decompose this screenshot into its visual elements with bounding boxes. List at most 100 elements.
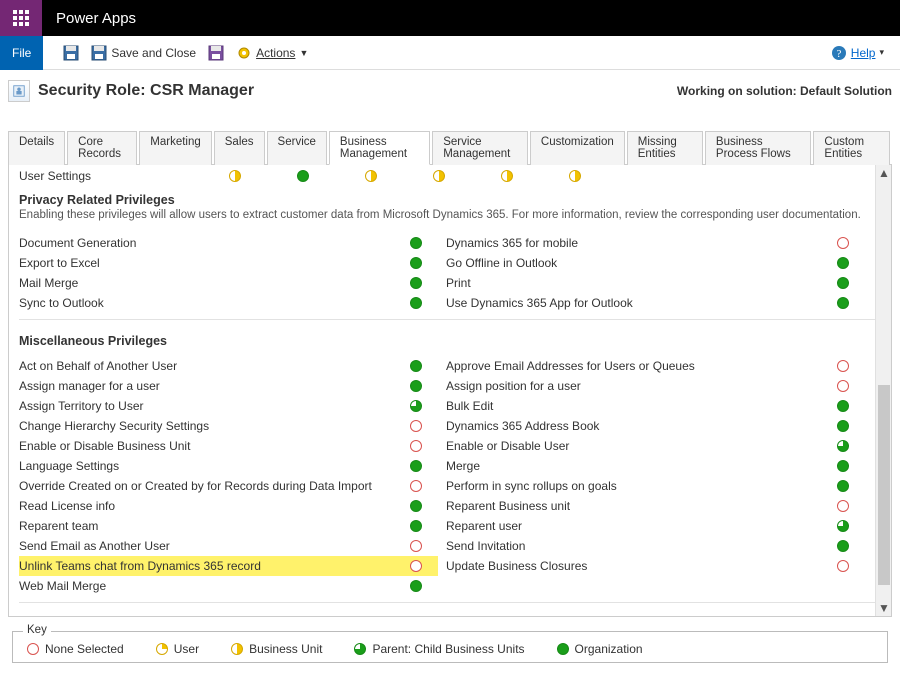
privilege-level-dot[interactable] [410,400,422,412]
scroll-down-arrow-icon[interactable]: ▼ [876,600,892,616]
privilege-name: Send Email as Another User [19,539,410,553]
app-header: Power Apps [0,0,900,36]
help-button[interactable]: ? Help ▾ [825,37,890,69]
legend-item: User [156,642,199,656]
section-title: Privacy Related Privileges [19,193,881,207]
privilege-level-dot[interactable] [837,420,849,432]
privilege-level-dot[interactable] [837,297,849,309]
file-menu-button[interactable]: File [0,36,43,70]
privilege-name: Update Business Closures [446,559,837,573]
tab-service[interactable]: Service [267,131,327,165]
privilege-level-dot[interactable] [297,170,309,182]
privilege-grid: Document GenerationExport to ExcelMail M… [19,233,881,313]
privilege-level-dot[interactable] [410,380,422,392]
page-title: Security Role: CSR Manager [38,82,254,100]
privilege-level-dot[interactable] [837,480,849,492]
privilege-level-dot[interactable] [410,277,422,289]
tab-details[interactable]: Details [8,131,65,165]
privilege-grid: Act on Behalf of Another UserAssign mana… [19,356,881,596]
tab-business-process-flows[interactable]: Business Process Flows [705,131,811,165]
privilege-row: Merge [446,456,865,476]
privilege-row: Go Offline in Outlook [446,253,865,273]
privilege-name: Reparent user [446,519,837,533]
privilege-level-dot[interactable] [837,520,849,532]
legend-title: Key [23,624,51,636]
security-role-tabs: DetailsCore RecordsMarketingSalesService… [8,130,892,165]
privilege-level-dot[interactable] [410,360,422,372]
privilege-level-dot[interactable] [410,257,422,269]
privilege-level-dot[interactable] [837,540,849,552]
privilege-level-dot[interactable] [837,360,849,372]
privilege-level-dot[interactable] [410,520,422,532]
privilege-level-dot[interactable] [837,380,849,392]
privilege-level-dot[interactable] [837,500,849,512]
privilege-name: Send Invitation [446,539,837,553]
privilege-level-dot[interactable] [410,420,422,432]
scroll-up-arrow-icon[interactable]: ▲ [876,165,892,181]
tab-marketing[interactable]: Marketing [139,131,212,165]
save-as-button[interactable] [202,37,230,69]
privilege-row: Document Generation [19,233,438,253]
privilege-name: Assign manager for a user [19,379,410,393]
tab-core-records[interactable]: Core Records [67,131,137,165]
save-as-icon [208,45,224,61]
privilege-level-dot [557,643,569,655]
privilege-level-dot[interactable] [365,170,377,182]
privilege-row: Approve Email Addresses for Users or Que… [446,356,865,376]
privilege-level-dot[interactable] [410,580,422,592]
privilege-level-dot[interactable] [569,170,581,182]
privilege-level-dot[interactable] [837,277,849,289]
privilege-level-dot[interactable] [410,460,422,472]
privilege-level-dot[interactable] [229,170,241,182]
privilege-row: Enable or Disable Business Unit [19,436,438,456]
privilege-level-dot[interactable] [410,560,422,572]
vertical-scrollbar[interactable]: ▲ ▼ [875,165,891,616]
save-icon [63,45,79,61]
page-header: Security Role: CSR Manager Working on so… [0,70,900,108]
privilege-level-dot[interactable] [837,400,849,412]
privilege-row: Web Mail Merge [19,576,438,596]
legend-label: User [174,642,199,656]
waffle-icon [13,10,29,26]
tab-service-management[interactable]: Service Management [432,131,528,165]
privilege-level-dot[interactable] [410,540,422,552]
tab-sales[interactable]: Sales [214,131,265,165]
legend-box: Key None SelectedUserBusiness UnitParent… [12,631,888,663]
privilege-level-dot[interactable] [410,297,422,309]
privilege-level-dot[interactable] [837,560,849,572]
entity-name: User Settings [19,169,229,183]
privilege-row: Reparent team [19,516,438,536]
tab-business-management[interactable]: Business Management [329,131,430,165]
privilege-level-dot[interactable] [837,257,849,269]
privilege-level-dot[interactable] [837,460,849,472]
tab-customization[interactable]: Customization [530,131,625,165]
privilege-row: Read License info [19,496,438,516]
legend-label: Parent: Child Business Units [372,642,524,656]
scrollbar-thumb[interactable] [878,385,890,585]
legend-item: Organization [557,642,643,656]
privilege-level-dot[interactable] [410,500,422,512]
app-name: Power Apps [56,10,136,27]
privilege-level-dot[interactable] [410,480,422,492]
actions-menu-button[interactable]: Actions ▼ [230,37,314,69]
privilege-level-dot[interactable] [410,237,422,249]
entity-row-user-settings: User Settings [19,169,881,183]
save-button[interactable] [57,37,85,69]
chevron-down-icon: ▼ [299,48,308,58]
chevron-down-icon: ▾ [879,47,884,58]
privilege-level-dot[interactable] [501,170,513,182]
tab-custom-entities[interactable]: Custom Entities [813,131,890,165]
app-launcher-button[interactable] [0,0,42,36]
privilege-level-dot[interactable] [410,440,422,452]
privilege-name: Dynamics 365 for mobile [446,236,837,250]
privilege-row: Assign manager for a user [19,376,438,396]
privilege-name: Reparent team [19,519,410,533]
privilege-name: Enable or Disable User [446,439,837,453]
privilege-level-dot[interactable] [837,440,849,452]
tab-missing-entities[interactable]: Missing Entities [627,131,703,165]
privilege-row: Enable or Disable User [446,436,865,456]
privileges-panel: User Settings Privacy Related Privileges… [8,165,892,617]
privilege-level-dot[interactable] [433,170,445,182]
save-and-close-button[interactable]: Save and Close [85,37,202,69]
privilege-level-dot[interactable] [837,237,849,249]
